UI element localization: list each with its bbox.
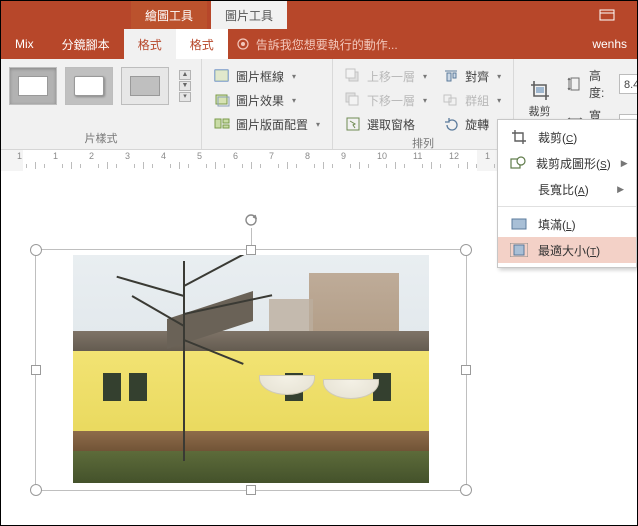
layout-icon [214,116,230,132]
group-picture-adjust: 圖片框線▾ 圖片效果▾ 圖片版面配置▾ [202,59,333,149]
rotate-button[interactable]: 旋轉▾ [439,113,505,135]
group-arrange: 上移一層▾ 下移一層▾ 選取窗格 對齊▾ 群組▾ [333,59,514,149]
inserted-picture[interactable] [73,255,429,483]
group-label: 片樣式 [9,130,193,147]
crop-menu-aspect-ratio[interactable]: 長寬比(A) ▶ [498,176,636,202]
submenu-arrow-icon: ▶ [621,158,628,169]
ribbon-tab-row: Mix 分鏡腳本 格式 格式 告訴我您想要執行的動作... wenhs [1,29,637,59]
group-objects-button[interactable]: 群組▾ [439,89,505,111]
menu-separator [498,206,636,207]
fit-icon [510,241,528,259]
bring-forward-button[interactable]: 上移一層▾ [341,65,431,87]
crop-menu-crop[interactable]: 裁剪(C) [498,124,636,150]
group-icon [443,92,459,108]
contextual-tab-picture-tools[interactable]: 圖片工具 [211,1,287,29]
picture-effects-button[interactable]: 圖片效果▾ [210,89,324,111]
tab-storyboard[interactable]: 分鏡腳本 [48,29,124,59]
tell-me-placeholder: 告訴我您想要執行的動作... [256,36,398,53]
group-picture-styles: ▲▼▾ 片樣式 [1,59,202,149]
tab-format-drawing[interactable]: 格式 [124,29,176,59]
style-gallery-scroll[interactable]: ▲▼▾ [179,70,191,102]
picture-border-button[interactable]: 圖片框線▾ [210,65,324,87]
picture-layout-button[interactable]: 圖片版面配置▾ [210,113,324,135]
crop-icon [529,79,551,101]
resize-handle[interactable] [246,245,256,255]
send-backward-icon [345,92,361,108]
resize-handle[interactable] [31,365,41,375]
tab-format-picture[interactable]: 格式 [176,29,228,59]
align-icon [443,68,459,84]
slide [1,197,561,525]
crop-dropdown-menu: 裁剪(C) 裁剪成圖形(S) ▶ 長寬比(A) ▶ 填滿(L) 最適大小(T) [497,119,637,268]
submenu-arrow-icon: ▶ [617,184,624,195]
crop-shape-icon [510,154,526,172]
picture-style-thumb[interactable] [121,67,169,105]
picture-style-thumb[interactable] [65,67,113,105]
resize-handle[interactable] [246,485,256,495]
effects-icon [214,92,230,108]
rotate-handle[interactable] [243,212,259,228]
tab-mix[interactable]: Mix [1,29,48,59]
selection-pane-icon [345,116,361,132]
align-button[interactable]: 對齊▾ [439,65,505,87]
resize-handle[interactable] [460,484,472,496]
crop-menu-crop-to-shape[interactable]: 裁剪成圖形(S) ▶ [498,150,636,176]
crop-menu-fill[interactable]: 填滿(L) [498,211,636,237]
selection-pane-button[interactable]: 選取窗格 [341,113,431,135]
title-bar: 繪圖工具 圖片工具 [1,1,637,29]
ribbon-display-options-button[interactable] [585,1,629,29]
crop-icon [510,128,528,146]
resize-handle[interactable] [461,365,471,375]
resize-handle[interactable] [30,484,42,496]
send-backward-button[interactable]: 下移一層▾ [341,89,431,111]
resize-handle[interactable] [30,244,42,256]
contextual-tab-drawing-tools[interactable]: 繪圖工具 [131,1,207,29]
account-name[interactable]: wenhs [582,29,637,59]
picture-style-thumb[interactable] [9,67,57,105]
height-control[interactable]: 高度: 8.4 公 [567,67,638,101]
tell-me-search[interactable]: 告訴我您想要執行的動作... [236,29,398,59]
rotate-icon [443,116,459,132]
resize-handle[interactable] [460,244,472,256]
height-input[interactable]: 8.4 公 [619,74,638,94]
bring-forward-icon [345,68,361,84]
fill-icon [510,215,528,233]
crop-menu-fit[interactable]: 最適大小(T) [498,237,636,263]
height-icon [567,77,583,91]
border-icon [214,68,230,84]
